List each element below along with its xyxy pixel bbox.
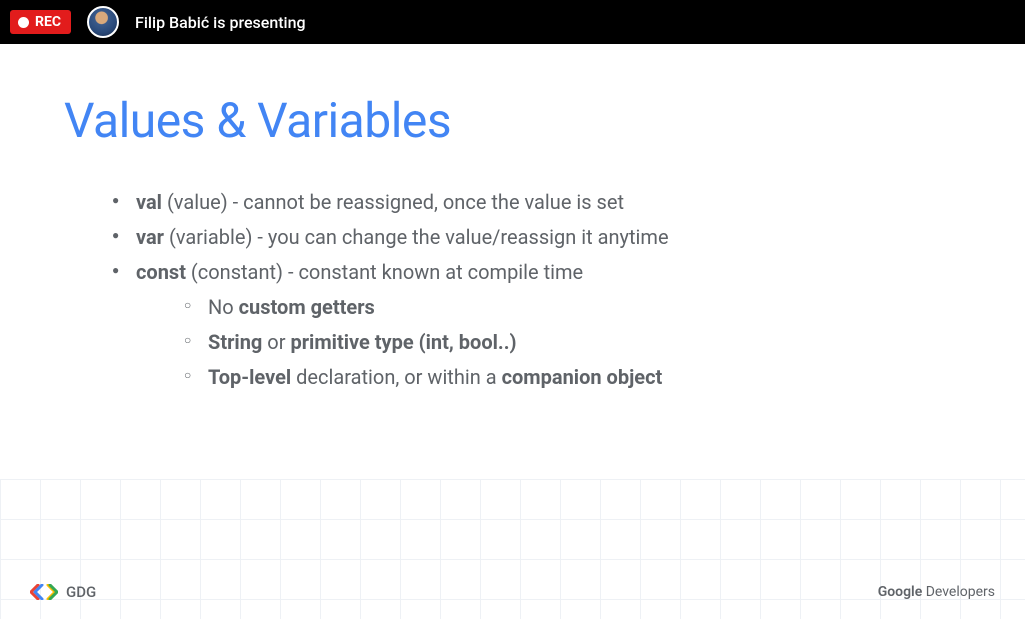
sub-bullet-list: No custom getters String or primitive ty… bbox=[136, 290, 961, 395]
slide-content: Values & Variables val (value) - cannot … bbox=[0, 44, 1025, 619]
slide-footer: GDG Google Developers bbox=[0, 583, 1025, 601]
google-developers-logo: Google Developers bbox=[878, 584, 995, 600]
rec-label: REC bbox=[35, 14, 61, 30]
presentation-topbar: REC Filip Babić is presenting bbox=[0, 0, 1025, 44]
bullet-item: var (variable) - you can change the valu… bbox=[112, 220, 961, 255]
sub-bullet-item: No custom getters bbox=[184, 290, 961, 325]
gdg-chevron-icon bbox=[30, 584, 58, 600]
presenter-avatar[interactable] bbox=[87, 6, 119, 38]
record-icon bbox=[18, 17, 29, 28]
recording-badge: REC bbox=[10, 10, 71, 34]
sub-bullet-item: String or primitive type (int, bool..) bbox=[184, 325, 961, 360]
gdg-text: GDG bbox=[66, 583, 96, 601]
sub-bullet-item: Top-level declaration, or within a compa… bbox=[184, 360, 961, 395]
bullet-item: val (value) - cannot be reassigned, once… bbox=[112, 185, 961, 220]
presenting-status: Filip Babić is presenting bbox=[135, 13, 306, 32]
gdg-logo: GDG bbox=[30, 583, 96, 601]
slide-title: Values & Variables bbox=[64, 92, 961, 149]
bullet-list: val (value) - cannot be reassigned, once… bbox=[64, 185, 961, 395]
bullet-item: const (constant) - constant known at com… bbox=[112, 255, 961, 395]
